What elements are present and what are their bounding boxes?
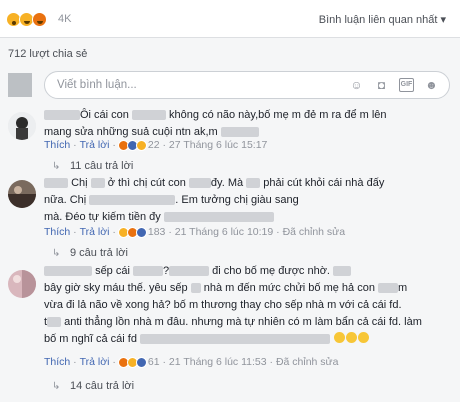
reply-link[interactable]: Trả lời bbox=[80, 139, 110, 151]
redacted-text bbox=[333, 266, 352, 277]
reaction-summary[interactable] bbox=[117, 356, 147, 368]
grinning-emoji-icon bbox=[358, 332, 370, 343]
comment-text: Ôi cái con không có não này,bố mẹ m đẻ m… bbox=[44, 109, 387, 138]
camera-icon[interactable]: ◘ bbox=[374, 78, 389, 92]
comment-meta: Thích · Trả lời · 61 · 21 Tháng 6 lúc 11… bbox=[44, 356, 339, 368]
edited-label[interactable]: Đã chỉnh sửa bbox=[283, 226, 345, 238]
redacted-name bbox=[44, 178, 68, 189]
view-replies[interactable]: ↳ 11 câu trả lời bbox=[52, 160, 133, 172]
redacted-text bbox=[246, 178, 261, 189]
redacted-name bbox=[44, 266, 92, 277]
reaction-count[interactable]: 4K bbox=[58, 13, 71, 25]
comment-meta: Thích · Trả lời · 183 · 21 Tháng 6 lúc 1… bbox=[44, 226, 346, 238]
redacted-text bbox=[140, 334, 331, 345]
sticker-icon[interactable]: ☻ bbox=[424, 78, 439, 92]
redacted-text bbox=[131, 110, 166, 121]
like-link[interactable]: Thích bbox=[44, 226, 70, 238]
reply-arrow-icon: ↳ bbox=[52, 380, 61, 392]
reactions-bar: 4K Bình luận liên quan nhất ▾ bbox=[0, 0, 460, 38]
reply-arrow-icon: ↳ bbox=[52, 160, 61, 172]
replies-count[interactable]: 11 câu trả lời bbox=[70, 160, 133, 172]
timestamp[interactable]: 21 Tháng 6 lúc 10:19 bbox=[175, 226, 273, 238]
comment-composer: Viết bình luận... ☺ ◘ GIF ☻ bbox=[0, 66, 460, 104]
replies-count[interactable]: 14 câu trả lời bbox=[70, 380, 134, 392]
view-replies[interactable]: ↳ 9 câu trả lời bbox=[52, 247, 128, 259]
reaction-count[interactable]: 22 bbox=[148, 139, 160, 151]
reaction-count[interactable]: 183 bbox=[148, 226, 166, 238]
gif-icon[interactable]: GIF bbox=[399, 78, 414, 92]
comment-text: Chị ở thì chị cút con đy. Mà phải cút kh… bbox=[44, 177, 385, 223]
redacted-name bbox=[44, 110, 80, 121]
share-count[interactable]: 712 lượt chia sẻ bbox=[8, 48, 87, 60]
redacted-text bbox=[163, 212, 274, 223]
reaction-count[interactable]: 61 bbox=[148, 356, 160, 368]
redacted-text bbox=[132, 266, 163, 277]
comment-placeholder: Viết bình luận... bbox=[57, 79, 137, 91]
reaction-summary[interactable] bbox=[117, 139, 147, 151]
reaction-icons[interactable] bbox=[6, 12, 47, 27]
redacted-text bbox=[190, 283, 201, 294]
commenter-avatar[interactable] bbox=[8, 112, 36, 140]
grinning-emoji-icon bbox=[334, 332, 346, 343]
redacted-text bbox=[188, 178, 211, 189]
reply-link[interactable]: Trả lời bbox=[80, 356, 110, 368]
comment-text: sếp cái ? đi cho bố mẹ được nhờ. bây giờ… bbox=[44, 265, 422, 345]
redacted-text bbox=[90, 178, 105, 189]
redacted-text bbox=[378, 283, 399, 294]
timestamp[interactable]: 21 Tháng 6 lúc 11:53 bbox=[169, 356, 267, 368]
redacted-text bbox=[47, 317, 62, 328]
reaction-summary[interactable] bbox=[117, 226, 147, 238]
comment-sort-dropdown[interactable]: Bình luận liên quan nhất ▾ bbox=[319, 13, 446, 26]
user-avatar bbox=[8, 73, 32, 97]
redacted-text bbox=[169, 266, 210, 277]
reply-arrow-icon: ↳ bbox=[52, 247, 61, 259]
emoji-icon[interactable]: ☺ bbox=[349, 78, 364, 92]
grinning-emoji-icon bbox=[346, 332, 358, 343]
commenter-avatar[interactable] bbox=[8, 180, 36, 208]
reply-link[interactable]: Trả lời bbox=[80, 226, 110, 238]
comment-input[interactable]: Viết bình luận... ☺ ◘ GIF ☻ bbox=[44, 71, 450, 99]
angry-reaction-icon bbox=[32, 12, 47, 27]
timestamp[interactable]: 27 Tháng 6 lúc 15:17 bbox=[169, 139, 267, 151]
comment-meta: Thích · Trả lời · 22 · 27 Tháng 6 lúc 15… bbox=[44, 139, 268, 151]
like-link[interactable]: Thích bbox=[44, 139, 70, 151]
replies-count[interactable]: 9 câu trả lời bbox=[70, 247, 128, 259]
commenter-avatar[interactable] bbox=[8, 270, 36, 298]
edited-label[interactable]: Đã chỉnh sửa bbox=[276, 356, 338, 368]
redacted-text bbox=[220, 127, 259, 138]
view-replies[interactable]: ↳ 14 câu trả lời bbox=[52, 380, 134, 392]
like-link[interactable]: Thích bbox=[44, 356, 70, 368]
redacted-text bbox=[89, 195, 176, 206]
